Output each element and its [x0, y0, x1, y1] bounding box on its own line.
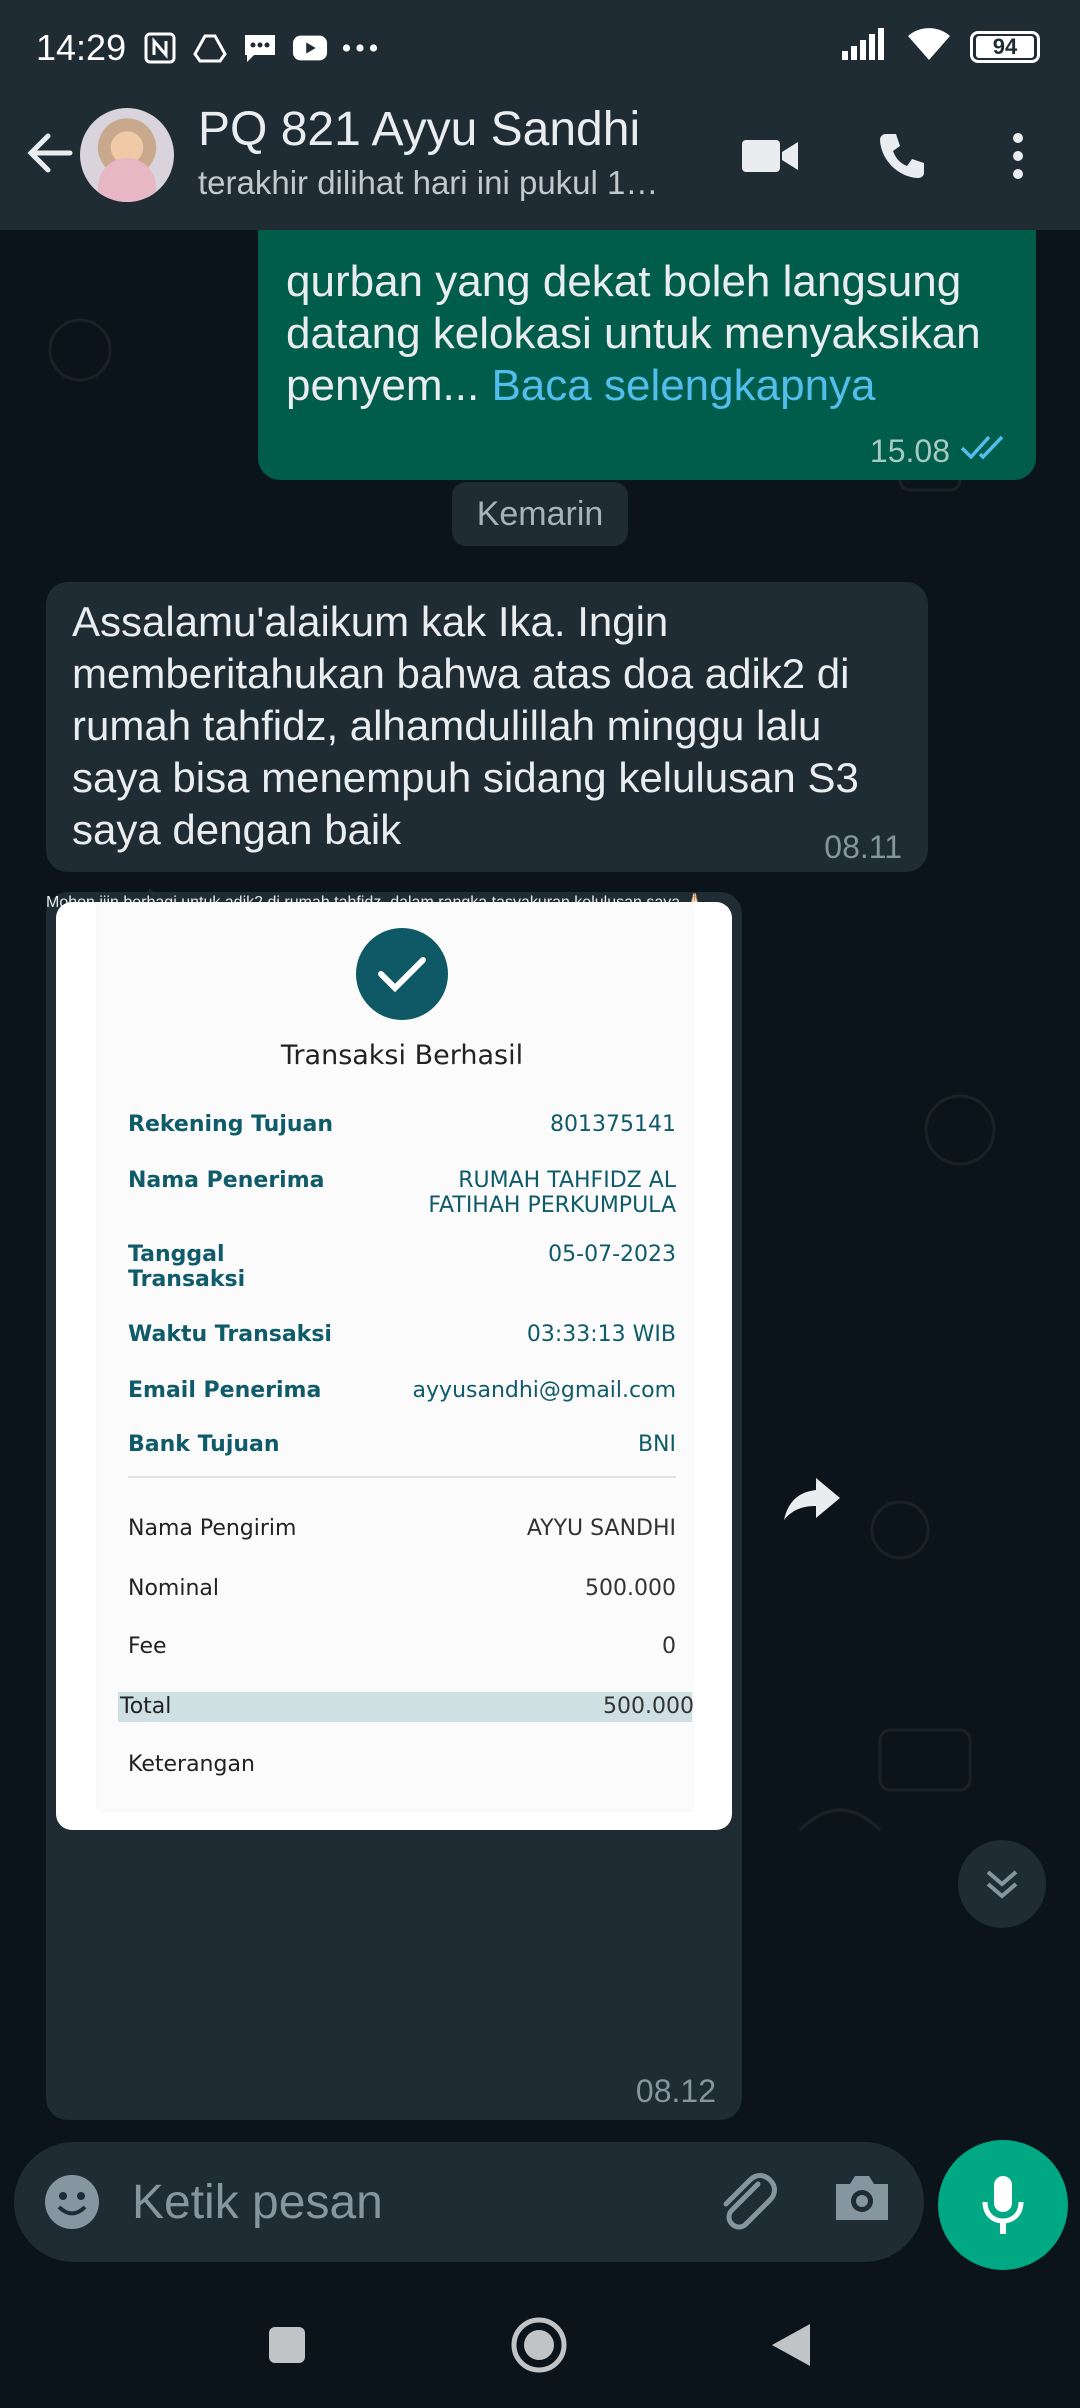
receipt-title: Transaksi Berhasil: [280, 1040, 524, 1071]
battery-level: 94: [976, 35, 1034, 58]
receipt-value: AYYU SANDHI: [526, 1516, 676, 1541]
avatar[interactable]: [80, 108, 174, 202]
message-composer: [14, 2142, 924, 2262]
receipt-value: 0: [662, 1634, 676, 1659]
receipt-value: 801375141: [550, 1112, 676, 1137]
receipt-label: Rekening Tujuan: [128, 1112, 334, 1137]
message-input[interactable]: [132, 2166, 692, 2238]
receipt-row: Nominal 500.000: [128, 1576, 676, 1601]
contact-name[interactable]: PQ 821 Ayyu Sandhi: [198, 102, 640, 157]
chat-area[interactable]: qurban yang dekat boleh langsung datang …: [0, 230, 1080, 2140]
receipt-label: Fee: [128, 1634, 167, 1659]
receipt-value: BNI: [637, 1432, 676, 1457]
receipt-value: 03:33:13 WIB: [526, 1322, 676, 1347]
receipt-row: Waktu Transaksi 03:33:13 WIB: [128, 1322, 676, 1347]
message-text: Assalamu'alaikum kak Ika. Ingin memberit…: [72, 598, 859, 853]
voice-record-button[interactable]: [938, 2140, 1068, 2270]
receipt-label: Nama Penerima: [128, 1168, 325, 1193]
receipt-value: 05-07-2023: [548, 1242, 676, 1267]
incoming-message[interactable]: Assalamu'alaikum kak Ika. Ingin memberit…: [46, 582, 928, 872]
success-check-icon: [356, 928, 448, 1020]
date-divider: Kemarin: [452, 482, 628, 546]
recent-apps-button[interactable]: [252, 2310, 322, 2380]
receipt-row: Email Penerima ayyusandhi@gmail.com: [128, 1378, 676, 1403]
system-nav-bar: [0, 2280, 1080, 2408]
message-time: 15.08: [869, 432, 950, 469]
status-time: 14:29: [36, 27, 127, 68]
receipt-label: Tanggal Transaksi: [128, 1242, 246, 1292]
back-arrow-icon[interactable]: [22, 126, 76, 180]
receipt-row: Keterangan: [128, 1752, 676, 1777]
receipt-value: RUMAH TAHFIDZ AL FATIHAH PERKUMPULA: [428, 1168, 676, 1218]
scroll-to-bottom-button[interactable]: [958, 1840, 1046, 1928]
receipt-value: 500.000: [603, 1694, 694, 1719]
receipt-label: Nama Pengirim: [128, 1516, 297, 1541]
outgoing-message[interactable]: qurban yang dekat boleh langsung datang …: [258, 230, 1036, 480]
receipt-label: Email Penerima: [128, 1378, 322, 1403]
attach-icon[interactable]: [714, 2170, 778, 2234]
read-more-link[interactable]: Baca selengkapnya: [491, 361, 875, 410]
receipt-row: Bank Tujuan BNI: [128, 1432, 676, 1457]
back-button[interactable]: [756, 2310, 826, 2380]
receipt-divider: [128, 1476, 676, 1478]
receipt-label: Total: [120, 1694, 172, 1719]
youtube-icon: [292, 30, 328, 66]
more-options-icon[interactable]: [988, 126, 1048, 186]
more-dots-icon: [342, 30, 378, 66]
receipt-label: Nominal: [128, 1576, 219, 1601]
double-chevron-down-icon: [986, 1870, 1018, 1899]
receipt-row: Rekening Tujuan 801375141: [128, 1112, 676, 1137]
message-time: 08.11: [824, 829, 902, 865]
wifi-icon: [906, 26, 952, 67]
receipt-image[interactable]: Transaksi Berhasil Rekening Tujuan 80137…: [56, 902, 732, 1830]
contact-last-seen[interactable]: terakhir dilihat hari ini pukul 1…: [198, 164, 698, 202]
home-button[interactable]: [504, 2310, 574, 2380]
receipt-row: Total 500.000: [120, 1694, 694, 1719]
emoji-icon[interactable]: [42, 2172, 102, 2232]
receipt-row: Tanggal Transaksi 05-07-2023: [128, 1242, 676, 1292]
drive-icon: [192, 30, 228, 66]
receipt-value: 500.000: [585, 1576, 676, 1601]
receipt-label: Bank Tujuan: [128, 1432, 280, 1457]
receipt-label: Waktu Transaksi: [128, 1322, 332, 1347]
forward-icon[interactable]: [780, 1466, 844, 1530]
double-check-icon: [960, 432, 1010, 470]
chat-header: PQ 821 Ayyu Sandhi terakhir dilihat hari…: [0, 96, 1080, 230]
message-icon: [242, 30, 278, 66]
nfc-icon: [142, 30, 178, 66]
message-meta: 15.08: [870, 432, 1010, 470]
receipt-row: Nama Pengirim AYYU SANDHI: [128, 1516, 676, 1541]
receipt-value: ayyusandhi@gmail.com: [412, 1378, 676, 1403]
receipt-row: Nama Penerima RUMAH TAHFIDZ AL FATIHAH P…: [128, 1168, 676, 1218]
transfer-receipt: Transaksi Berhasil Rekening Tujuan 80137…: [98, 902, 694, 1810]
message-text: qurban yang dekat boleh langsung datang …: [286, 256, 1008, 412]
receipt-label: Keterangan: [128, 1752, 255, 1777]
message-time: 08.12: [635, 2073, 716, 2109]
camera-icon[interactable]: [832, 2172, 892, 2232]
voice-call-icon[interactable]: [872, 126, 932, 186]
incoming-image-message[interactable]: Transaksi Berhasil Rekening Tujuan 80137…: [46, 892, 742, 2120]
video-call-icon[interactable]: [740, 126, 800, 186]
receipt-row: Fee 0: [128, 1634, 676, 1659]
status-bar: 14:29 94: [0, 0, 1080, 96]
mic-icon: [982, 2176, 1024, 2234]
signal-icon: [840, 27, 888, 66]
battery-icon: 94: [970, 30, 1040, 63]
